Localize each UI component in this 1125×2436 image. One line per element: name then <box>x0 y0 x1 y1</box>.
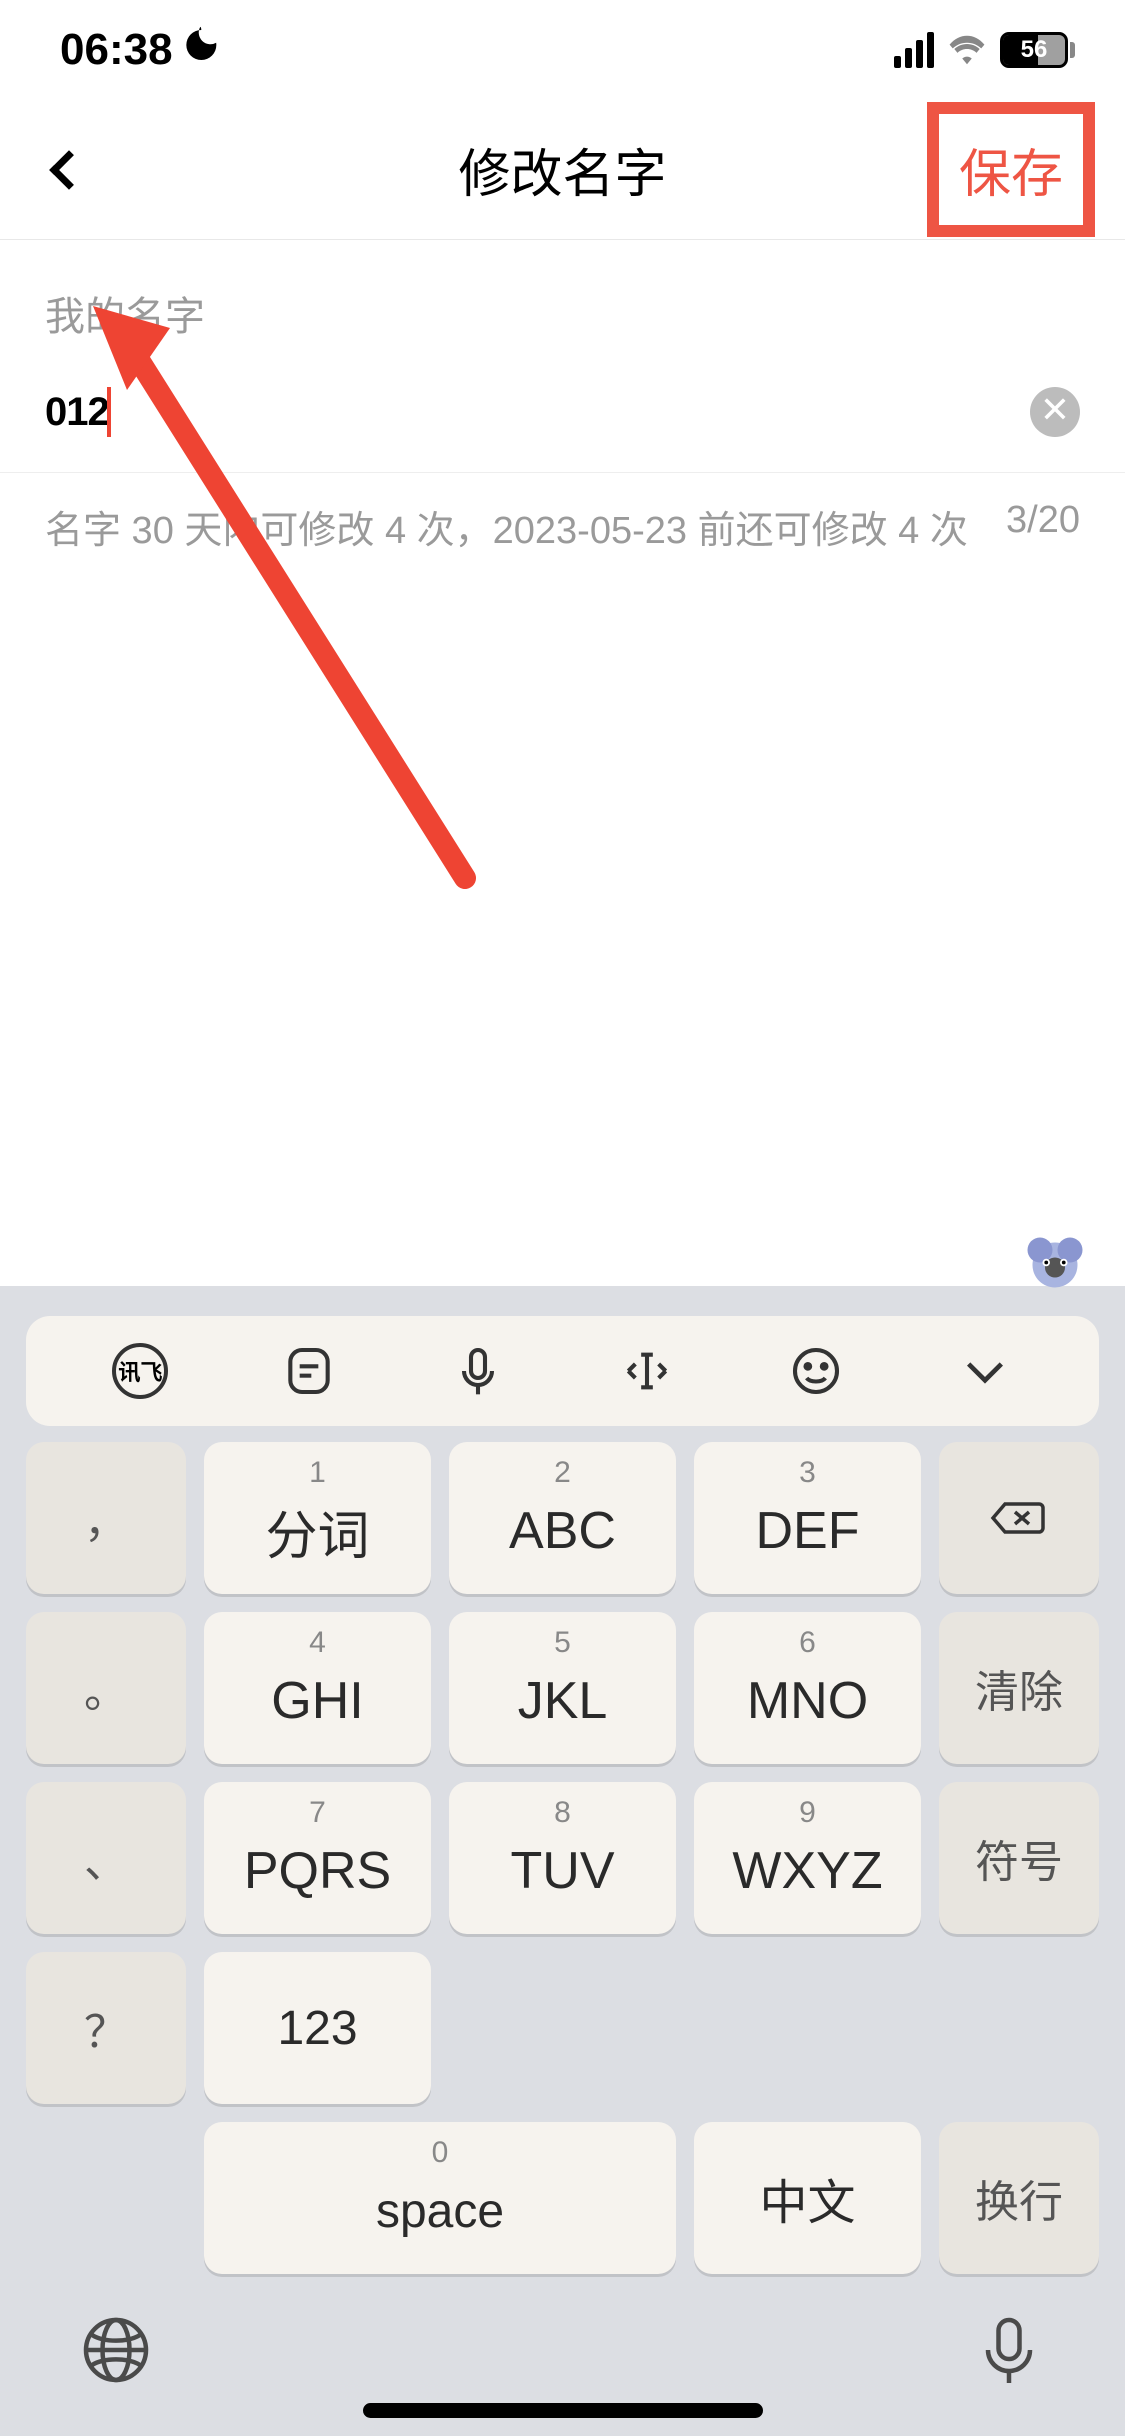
battery-percent: 56 <box>1021 36 1048 64</box>
name-input-row: 012 ✕ <box>0 352 1125 472</box>
key-label: 清除 <box>975 1656 1063 1720</box>
key-label: PQRS <box>244 1841 391 1901</box>
key-digit: 0 <box>432 2136 449 2170</box>
keyboard-toolbar: 讯飞 <box>26 1316 1099 1426</box>
key-label: MNO <box>747 1671 868 1731</box>
key-label: JKL <box>518 1671 608 1731</box>
backspace-icon <box>987 1494 1051 1542</box>
key-digit: 5 <box>554 1626 571 1660</box>
clear-input-button[interactable]: ✕ <box>1030 387 1080 437</box>
key-label: ？ <box>84 1996 128 2060</box>
key-digit: 6 <box>799 1626 816 1660</box>
key-digit: 8 <box>554 1796 571 1830</box>
edit-limit-hint: 名字 30 天内可修改 4 次，2023-05-23 前还可修改 4 次 <box>45 499 968 554</box>
key-ABC[interactable]: 2 ABC <box>449 1442 676 1594</box>
key-，[interactable]: ， <box>26 1442 186 1594</box>
key-digit: 2 <box>554 1456 571 1490</box>
keyboard-clipboard-button[interactable] <box>279 1341 339 1401</box>
keyboard-emoji-button[interactable] <box>786 1341 846 1401</box>
key-label: WXYZ <box>732 1841 882 1901</box>
key-backspace[interactable] <box>939 1442 1099 1594</box>
keyboard-mascot-icon[interactable] <box>1025 1230 1085 1290</box>
key-清除[interactable]: 清除 <box>939 1612 1099 1764</box>
key-DEF[interactable]: 3 DEF <box>694 1442 921 1594</box>
key-PQRS[interactable]: 7 PQRS <box>204 1782 431 1934</box>
key-WXYZ[interactable]: 9 WXYZ <box>694 1782 921 1934</box>
key-123[interactable]: 123 <box>204 1952 431 2104</box>
key-label: 中文 <box>759 2163 855 2233</box>
key-GHI[interactable]: 4 GHI <box>204 1612 431 1764</box>
key-label: ABC <box>509 1501 616 1561</box>
key-digit: 7 <box>309 1796 326 1830</box>
key-label: DEF <box>756 1501 860 1561</box>
status-time-area: 06:38 <box>60 25 223 75</box>
name-input[interactable]: 012 <box>45 390 109 435</box>
key-digit: 1 <box>309 1456 326 1490</box>
key-label: 、 <box>84 1826 128 1890</box>
key-label: space <box>376 2184 504 2239</box>
key-换行[interactable]: 换行 <box>939 2122 1099 2274</box>
char-counter: 3/20 <box>1006 499 1080 554</box>
dnd-moon-icon <box>183 25 223 75</box>
battery-indicator: 56 <box>1000 32 1075 68</box>
key-分词[interactable]: 1 分词 <box>204 1442 431 1594</box>
key-。[interactable]: 。 <box>26 1612 186 1764</box>
key-digit: 4 <box>309 1626 326 1660</box>
text-cursor <box>107 387 111 437</box>
home-indicator[interactable] <box>363 2403 763 2418</box>
status-time: 06:38 <box>60 25 173 75</box>
key-digit: 9 <box>799 1796 816 1830</box>
keyboard-voice-button[interactable] <box>448 1341 508 1401</box>
nav-header: 修改名字 保存 <box>0 100 1125 240</box>
keyboard-cursor-move-button[interactable] <box>617 1341 677 1401</box>
keyboard-keys: ， 1 分词 2 ABC 3 DEF 。 4 GHI 5 JKL 6 MNO 清除、 7 PQRS 8 TUV 9 WX… <box>0 1442 1125 2274</box>
key-space[interactable]: 0 space <box>204 2122 676 2274</box>
key-label: GHI <box>271 1671 363 1731</box>
key-label: ， <box>84 1486 128 1550</box>
close-icon: ✕ <box>1040 392 1070 428</box>
wifi-icon <box>948 35 986 65</box>
status-bar: 06:38 56 <box>0 0 1125 100</box>
key-label: 换行 <box>975 2166 1063 2230</box>
section-label: 我的名字 <box>0 240 1125 352</box>
key-符号[interactable]: 符号 <box>939 1782 1099 1934</box>
hint-row: 名字 30 天内可修改 4 次，2023-05-23 前还可修改 4 次 3/2… <box>0 472 1125 580</box>
keyboard-brand-button[interactable]: 讯飞 <box>110 1341 170 1401</box>
key-？[interactable]: ？ <box>26 1952 186 2104</box>
key-digit: 3 <box>799 1456 816 1490</box>
keyboard-bottom-bar <box>0 2274 1125 2396</box>
page-title: 修改名字 <box>458 132 666 207</box>
save-button[interactable]: 保存 <box>927 102 1095 237</box>
key-中文[interactable]: 中文 <box>694 2122 921 2274</box>
back-button[interactable] <box>45 146 93 194</box>
key-label: 123 <box>277 2001 357 2056</box>
key-label: 。 <box>84 1656 128 1720</box>
cellular-signal-icon <box>894 32 934 68</box>
keyboard-collapse-button[interactable] <box>955 1341 1015 1401</box>
key-label: TUV <box>511 1841 615 1901</box>
key-label: 符号 <box>975 1826 1063 1890</box>
chevron-left-icon <box>49 150 89 190</box>
keyboard: 讯飞 ， 1 分词 2 ABC 3 DEF 。 4 GHI 5 JKL 6 MNO 清除、 7 PQRS 8 TUV… <box>0 1286 1125 2436</box>
key-JKL[interactable]: 5 JKL <box>449 1612 676 1764</box>
globe-button[interactable] <box>80 2314 152 2386</box>
key-、[interactable]: 、 <box>26 1782 186 1934</box>
status-right: 56 <box>894 32 1075 68</box>
key-label: 分词 <box>265 1494 369 1569</box>
dictation-button[interactable] <box>973 2314 1045 2386</box>
key-TUV[interactable]: 8 TUV <box>449 1782 676 1934</box>
key-MNO[interactable]: 6 MNO <box>694 1612 921 1764</box>
